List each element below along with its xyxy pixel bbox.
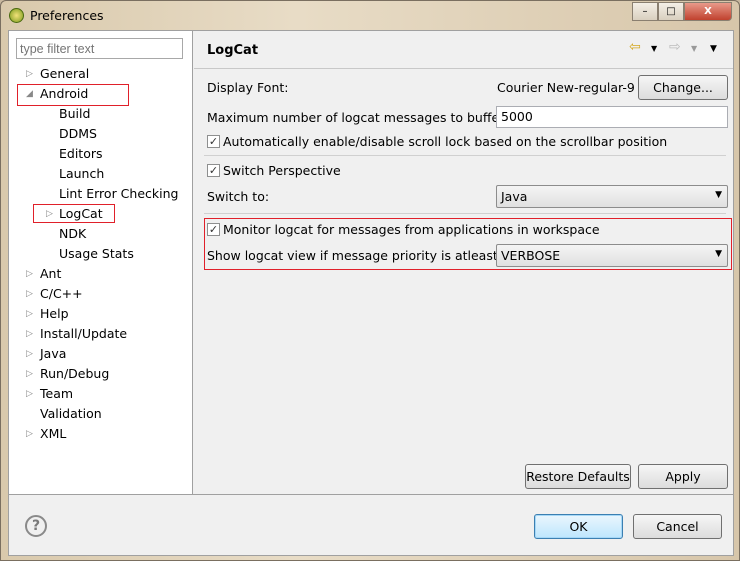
tree-item-ddms[interactable]: DDMS <box>59 125 97 143</box>
expand-arrow-icon[interactable]: ▷ <box>26 369 33 379</box>
back-menu-icon[interactable]: ▼ <box>651 44 657 53</box>
maximize-button[interactable]: □ <box>658 2 684 21</box>
expand-arrow-icon[interactable]: ▷ <box>26 309 33 319</box>
apply-button[interactable]: Apply <box>638 464 728 489</box>
tree-item-general[interactable]: General <box>40 65 89 83</box>
separator <box>204 155 726 156</box>
switch-to-select[interactable]: Java ▼ <box>496 185 728 208</box>
expand-arrow-icon[interactable]: ▷ <box>26 269 33 279</box>
window-title: Preferences <box>30 8 104 23</box>
expand-arrow-icon[interactable]: ▷ <box>26 289 33 299</box>
tree-item-validation[interactable]: Validation <box>40 405 102 423</box>
priority-select[interactable]: VERBOSE ▼ <box>496 244 728 267</box>
display-font-value: Courier New-regular-9 <box>497 80 635 95</box>
tree-item-run-debug[interactable]: Run/Debug <box>40 365 109 383</box>
chevron-down-icon: ▼ <box>715 249 722 259</box>
max-messages-input[interactable]: 5000 <box>496 106 728 128</box>
ok-button[interactable]: OK <box>534 514 623 539</box>
forward-menu-icon[interactable]: ▼ <box>691 44 697 53</box>
priority-label: Show logcat view if message priority is … <box>207 248 502 263</box>
tree-item-java[interactable]: Java <box>40 345 66 363</box>
tree-item-launch[interactable]: Launch <box>59 165 104 183</box>
back-arrow-icon[interactable]: ⇦ <box>629 39 641 55</box>
logcat-preference-page: LogCat ⇦ ▼ ⇨ ▼ ▼ Display Font: Courier N… <box>194 31 733 494</box>
page-title: LogCat <box>207 43 259 58</box>
dialog-footer: ? OK Cancel <box>9 494 733 555</box>
close-button[interactable]: X <box>684 2 732 21</box>
logcat-highlight-box <box>33 204 115 223</box>
page-header: LogCat ⇦ ▼ ⇨ ▼ ▼ <box>194 31 733 69</box>
switch-perspective-label: Switch Perspective <box>223 163 341 178</box>
tree-item-usage-stats[interactable]: Usage Stats <box>59 245 134 263</box>
cancel-button[interactable]: Cancel <box>633 514 722 539</box>
title-bar: Preferences – □ X <box>1 1 739 29</box>
tree-item-help[interactable]: Help <box>40 305 69 323</box>
forward-arrow-icon[interactable]: ⇨ <box>669 39 681 55</box>
tree-item-install-update[interactable]: Install/Update <box>40 325 127 343</box>
auto-scroll-lock-label: Automatically enable/disable scroll lock… <box>223 134 668 149</box>
tree-item-team[interactable]: Team <box>40 385 73 403</box>
expand-arrow-icon[interactable]: ▷ <box>26 69 33 79</box>
tree-item-ant[interactable]: Ant <box>40 265 61 283</box>
view-menu-icon[interactable]: ▼ <box>710 44 717 54</box>
chevron-down-icon: ▼ <box>715 190 722 200</box>
switch-to-value: Java <box>501 189 528 204</box>
monitor-logcat-label: Monitor logcat for messages from applica… <box>223 222 600 237</box>
dialog-body: ▷General◢AndroidBuildDDMSEditorsLaunchLi… <box>8 30 734 556</box>
tree-item-xml[interactable]: XML <box>40 425 66 443</box>
change-font-button[interactable]: Change... <box>638 75 728 100</box>
separator <box>204 213 726 214</box>
restore-defaults-button[interactable]: Restore Defaults <box>525 464 631 489</box>
filter-input[interactable] <box>16 38 183 59</box>
android-highlight-box <box>17 84 129 106</box>
display-font-label: Display Font: <box>207 80 289 95</box>
tree-item-ndk[interactable]: NDK <box>59 225 86 243</box>
max-messages-label: Maximum number of logcat messages to buf… <box>207 110 509 125</box>
tree-item-c-c-[interactable]: C/C++ <box>40 285 83 303</box>
minimize-button[interactable]: – <box>632 2 658 21</box>
expand-arrow-icon[interactable]: ▷ <box>26 389 33 399</box>
tree-item-build[interactable]: Build <box>59 105 90 123</box>
tree-item-lint-error-checking[interactable]: Lint Error Checking <box>59 185 178 203</box>
tree-item-editors[interactable]: Editors <box>59 145 103 163</box>
switch-to-label: Switch to: <box>207 189 270 204</box>
expand-arrow-icon[interactable]: ▷ <box>26 329 33 339</box>
priority-value: VERBOSE <box>501 248 561 263</box>
auto-scroll-lock-checkbox[interactable]: ✓ <box>207 135 220 148</box>
monitor-logcat-checkbox[interactable]: ✓ <box>207 223 220 236</box>
expand-arrow-icon[interactable]: ▷ <box>26 429 33 439</box>
preference-tree-panel: ▷General◢AndroidBuildDDMSEditorsLaunchLi… <box>9 31 193 494</box>
eclipse-icon <box>9 8 24 23</box>
preferences-window: Preferences – □ X ▷General◢AndroidBuildD… <box>0 0 740 561</box>
help-icon[interactable]: ? <box>25 515 47 537</box>
expand-arrow-icon[interactable]: ▷ <box>26 349 33 359</box>
switch-perspective-checkbox[interactable]: ✓ <box>207 164 220 177</box>
